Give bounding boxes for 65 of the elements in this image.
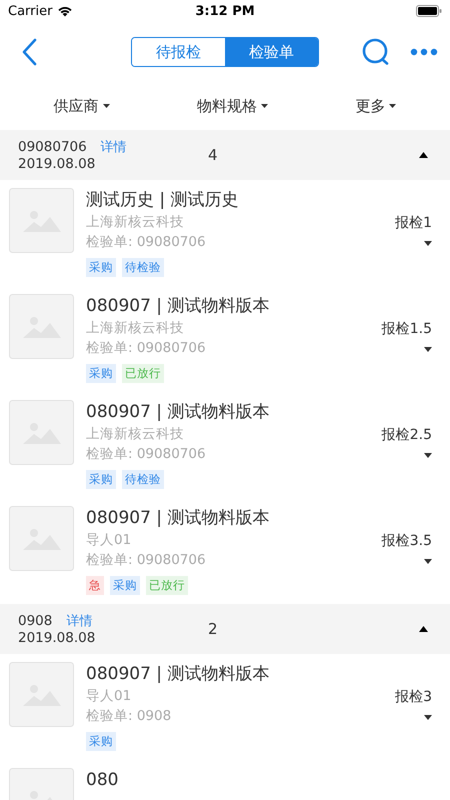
image-placeholder-icon [9,662,74,727]
battery-icon [416,5,442,17]
wifi-icon [57,5,74,17]
item-count: 2 [208,620,219,638]
group-header[interactable]: 09080706 详情 2019.08.08 4 [0,130,450,180]
inspection-number: 检验单: 09080706 [86,233,206,252]
dropdown-icon[interactable] [424,715,432,720]
supplier-name: 上海新核云科技 [86,319,184,338]
caret-icon [260,104,268,108]
back-icon[interactable] [22,38,38,66]
carrier-label: Carrier [8,4,52,18]
inspection-label: 报检1 [395,214,432,232]
inspection-number: 检验单: 0908 [86,707,172,726]
segment-tab[interactable]: 检验单 [225,38,318,66]
status-time: 3:12 PM [195,4,255,18]
order-date: 2019.08.08 [18,156,96,172]
status-tag: 采购 [110,576,140,595]
inspection-label: 报检2.5 [382,426,432,444]
status-tag: 急 [86,576,104,595]
group-header[interactable]: 0908 详情 2019.08.08 2 [0,604,450,654]
image-placeholder-icon [9,400,74,465]
filter-dropdown[interactable]: 供应商 [54,96,110,116]
filter-dropdown[interactable]: 更多 [355,96,396,116]
order-date: 2019.08.08 [18,630,96,646]
supplier-name: 上海新核云科技 [86,213,184,232]
more-icon[interactable] [410,48,438,56]
status-tag: 已放行 [146,576,188,595]
search-icon[interactable] [362,38,390,66]
status-tag: 已放行 [122,364,164,383]
inspection-number: 检验单: 09080706 [86,445,206,464]
supplier-name: 导人01 [86,687,132,706]
dropdown-icon[interactable] [424,347,432,352]
item-count: 4 [208,146,219,164]
status-tag: 采购 [86,258,116,277]
status-tag: 待检验 [122,258,164,277]
inspection-label: 报检1.5 [382,320,432,338]
status-tag: 采购 [86,364,116,383]
supplier-name: 导人01 [86,531,132,550]
dropdown-icon[interactable] [424,453,432,458]
order-code: 09080706 [18,139,87,155]
item-title: 080907 | 测试物料版本 [86,401,270,424]
status-tag: 采购 [86,732,116,751]
inspection-number: 检验单: 09080706 [86,339,206,358]
image-placeholder-icon [9,188,74,253]
inspection-label: 报检3 [395,688,432,706]
inspection-number: 检验单: 09080706 [86,551,206,570]
inspection-label: 报检3.5 [382,532,432,550]
caret-icon [389,104,396,108]
order-code: 0908 [18,613,52,629]
collapse-icon[interactable] [419,626,428,632]
supplier-name: 上海新核云科技 [86,425,184,444]
item-title: 测试历史 | 测试历史 [86,189,239,212]
dropdown-icon[interactable] [424,559,432,564]
status-tag: 采购 [86,470,116,489]
dropdown-icon[interactable] [424,241,432,246]
item-title: 080907 | 测试物料版本 [86,663,270,686]
caret-icon [102,104,110,108]
item-title: 080907 | 测试物料版本 [86,507,270,530]
image-placeholder-icon [9,294,74,359]
item-title: 080907 | 测试物料版本 [86,295,270,318]
status-tag: 待检验 [122,470,164,489]
item-title: 080 [86,769,118,792]
filter-dropdown[interactable]: 物料规格 [196,96,268,116]
collapse-icon[interactable] [419,152,428,158]
image-placeholder-icon [9,506,74,571]
